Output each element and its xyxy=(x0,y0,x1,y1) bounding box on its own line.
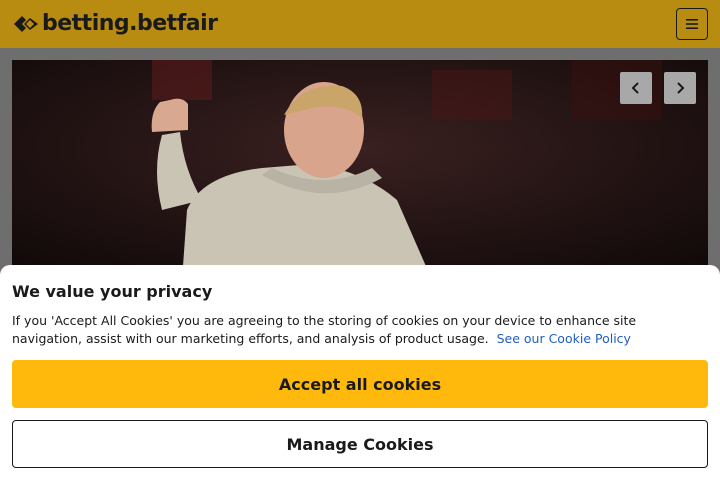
carousel-prev-button[interactable] xyxy=(620,72,652,104)
chevron-left-icon xyxy=(631,82,639,94)
hero-photo xyxy=(12,60,708,280)
site-header: betting.betfair xyxy=(0,0,720,48)
logo-text: betting.betfair xyxy=(42,11,218,36)
hero-carousel xyxy=(12,60,708,280)
cookie-description: If you 'Accept All Cookies' you are agre… xyxy=(12,312,702,348)
accept-all-cookies-button[interactable]: Accept all cookies xyxy=(12,360,708,408)
hamburger-icon xyxy=(686,19,698,29)
manage-cookies-button[interactable]: Manage Cookies xyxy=(12,420,708,468)
menu-button[interactable] xyxy=(676,8,708,40)
betfair-logo[interactable]: betting.betfair xyxy=(12,10,218,38)
carousel-next-button[interactable] xyxy=(664,72,696,104)
betfair-arrow-logo-icon xyxy=(14,16,38,32)
cookie-title: We value your privacy xyxy=(12,282,213,301)
cookie-banner: We value your privacy If you 'Accept All… xyxy=(0,265,720,480)
chevron-right-icon xyxy=(677,82,685,94)
cookie-policy-link[interactable]: See our Cookie Policy xyxy=(497,331,631,346)
